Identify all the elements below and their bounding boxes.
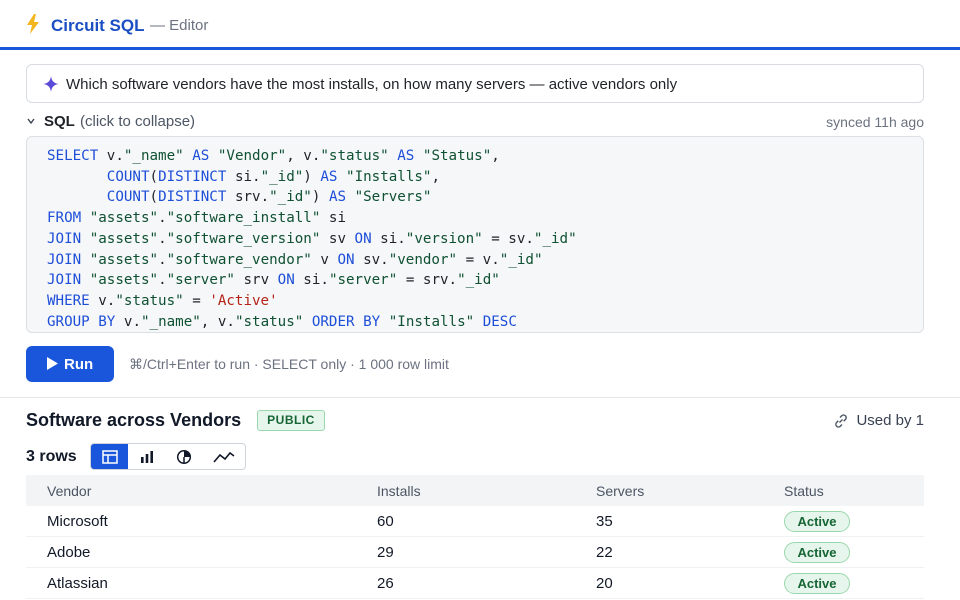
- question-prompt[interactable]: Which software vendors have the most ins…: [26, 64, 924, 103]
- results-table: Vendor Installs Servers Status Microsoft…: [26, 475, 924, 599]
- lightning-icon: [27, 14, 39, 34]
- play-icon: [47, 357, 58, 370]
- cell-vendor: Microsoft: [47, 513, 108, 530]
- bar-chart-view-button[interactable]: [128, 444, 165, 469]
- column-header-installs[interactable]: Installs: [377, 483, 421, 499]
- collapse-hint[interactable]: (click to collapse): [80, 113, 195, 130]
- table-header: Vendor Installs Servers Status: [26, 475, 924, 506]
- status-badge: Active: [784, 542, 850, 563]
- top-header: Circuit SQL — Editor: [0, 0, 960, 50]
- cell-servers: 35: [596, 513, 613, 530]
- sql-code[interactable]: SELECT v."_name" AS "Vendor", v."status"…: [47, 146, 577, 332]
- cell-installs: 60: [377, 513, 394, 530]
- view-toggle: [90, 443, 246, 470]
- cell-vendor: Adobe: [47, 544, 91, 561]
- chevron-down-icon[interactable]: [26, 116, 36, 126]
- pie-chart-icon: [176, 449, 191, 464]
- sql-label: SQL: [44, 113, 75, 130]
- cell-installs: 26: [377, 575, 394, 592]
- app-title: Circuit SQL: [51, 16, 145, 35]
- run-hint: ⌘/Ctrl+Enter to run · SELECT only · 1 00…: [129, 356, 449, 372]
- table-row: Microsoft 60 35 Active: [26, 506, 924, 537]
- column-header-vendor[interactable]: Vendor: [47, 483, 91, 499]
- run-button-label: Run: [64, 356, 94, 373]
- cell-vendor: Atlassian: [47, 575, 108, 592]
- column-header-servers[interactable]: Servers: [596, 483, 644, 499]
- sql-editor[interactable]: SELECT v."_name" AS "Vendor", v."status"…: [26, 136, 924, 333]
- table-view-button[interactable]: [91, 444, 128, 469]
- sparkle-icon: [43, 76, 59, 92]
- bar-chart-icon: [140, 450, 153, 463]
- status-badge: Active: [784, 511, 850, 532]
- status-badge: Active: [784, 573, 850, 594]
- used-by-link[interactable]: Used by 1: [856, 412, 924, 429]
- table-row: Adobe 29 22 Active: [26, 537, 924, 568]
- divider: [0, 397, 960, 398]
- run-button[interactable]: Run: [26, 346, 114, 382]
- public-badge: PUBLIC: [257, 410, 325, 431]
- table-row: Atlassian 26 20 Active: [26, 568, 924, 599]
- prompt-text: Which software vendors have the most ins…: [66, 76, 678, 93]
- pie-chart-view-button[interactable]: [165, 444, 202, 469]
- sql-section-header[interactable]: SQL (click to collapse) synced 11h ago: [26, 112, 924, 132]
- app-subtitle: — Editor: [150, 17, 209, 34]
- cell-servers: 22: [596, 544, 613, 561]
- table-view-icon: [101, 449, 118, 464]
- line-chart-icon: [213, 451, 235, 463]
- link-icon[interactable]: [833, 413, 849, 429]
- cell-servers: 20: [596, 575, 613, 592]
- sync-status: synced 11h ago: [826, 114, 924, 130]
- row-count: 3 rows: [26, 448, 77, 465]
- column-header-status[interactable]: Status: [784, 483, 824, 499]
- line-chart-view-button[interactable]: [202, 444, 245, 469]
- results-title: Software across Vendors: [26, 410, 242, 430]
- cell-installs: 29: [377, 544, 394, 561]
